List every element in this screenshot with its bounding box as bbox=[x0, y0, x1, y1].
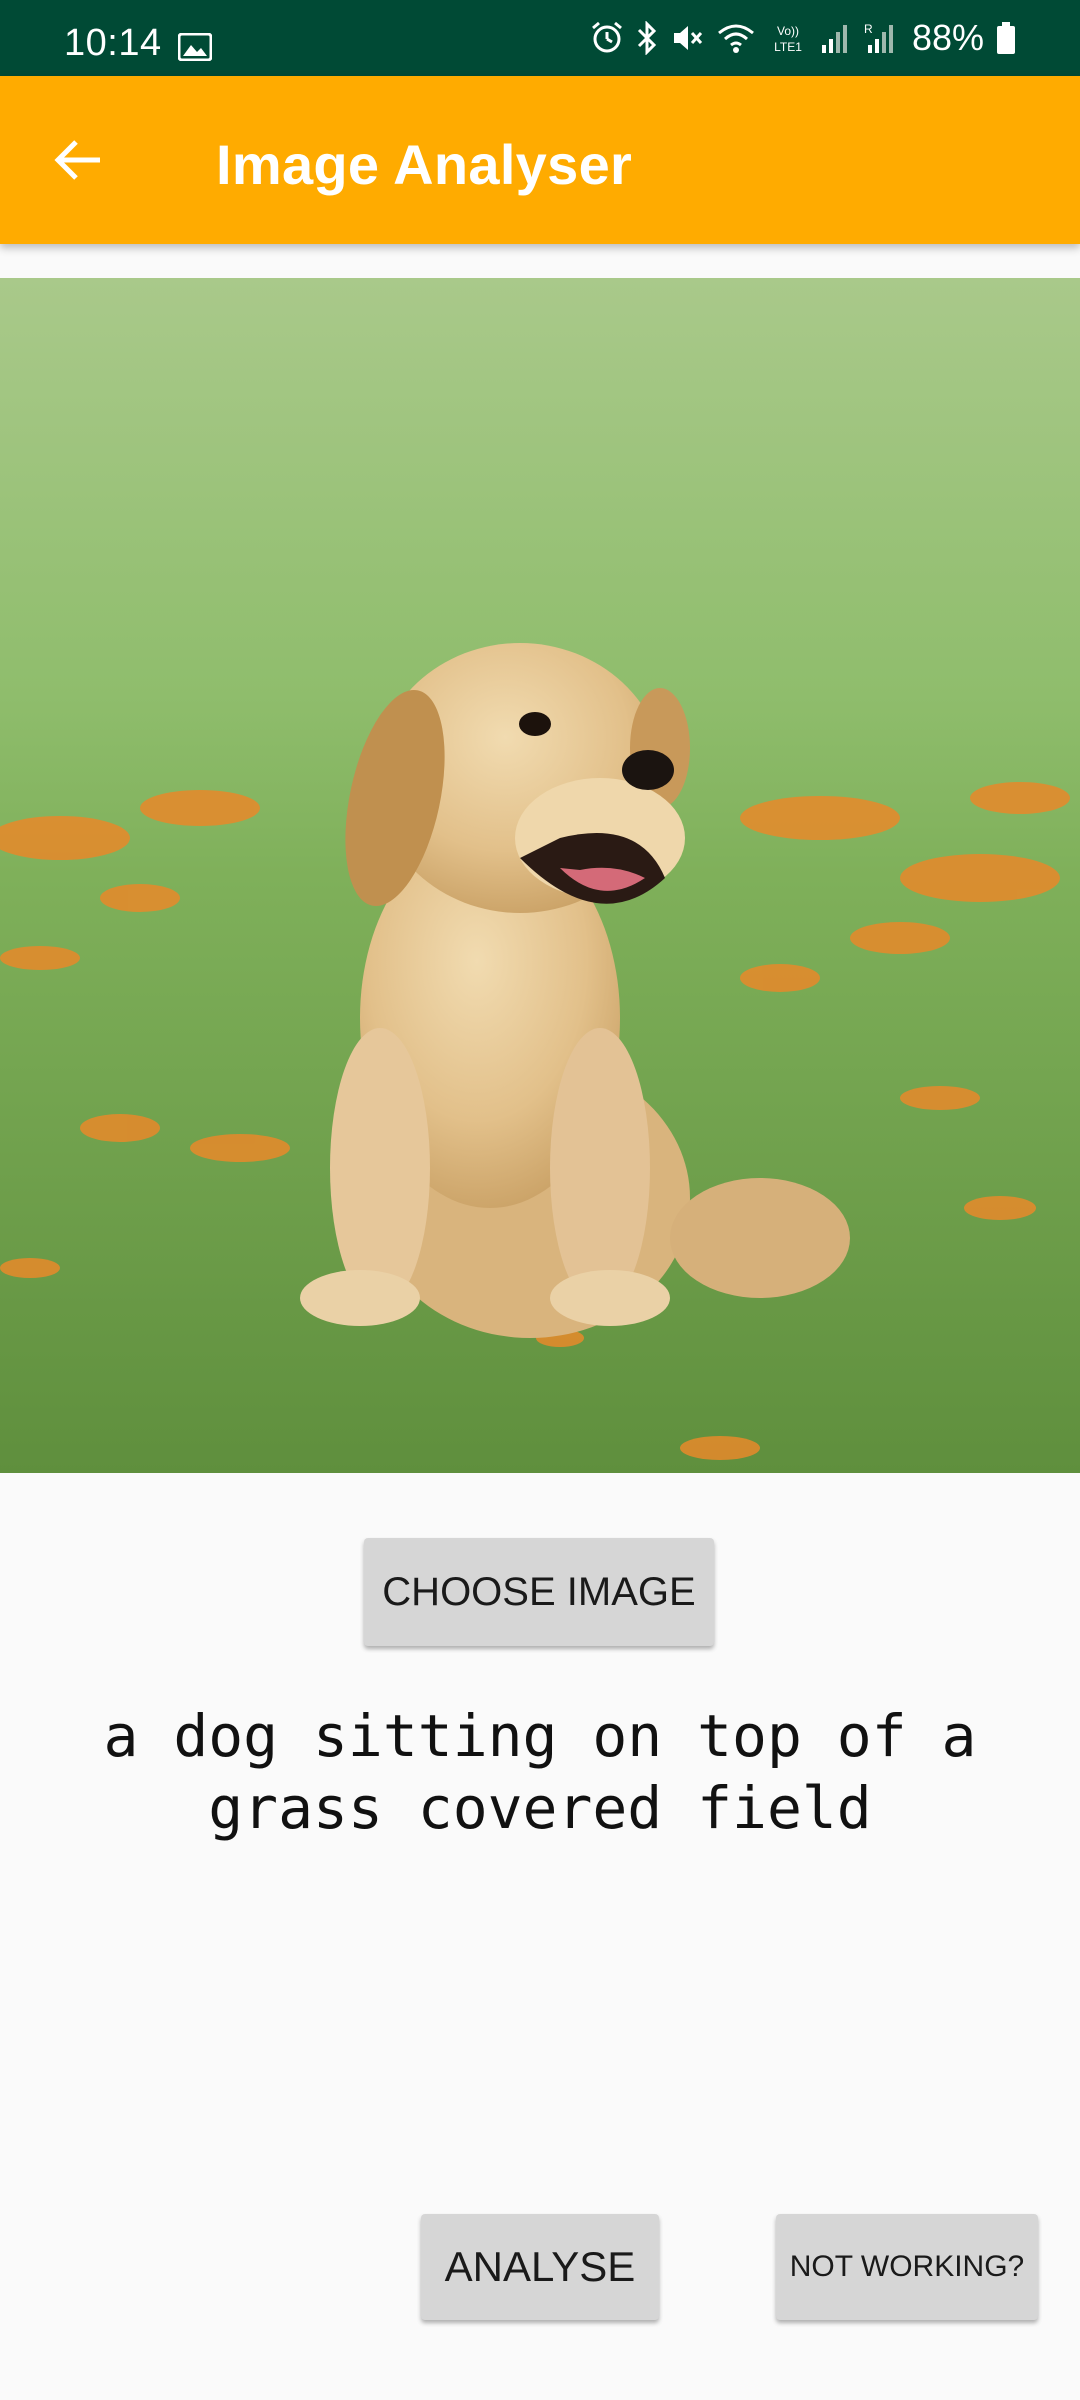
gallery-icon bbox=[177, 28, 213, 62]
mute-icon bbox=[670, 21, 704, 55]
battery-icon bbox=[996, 21, 1016, 55]
battery-level: 88% bbox=[911, 17, 984, 58]
arrow-back-icon bbox=[54, 140, 100, 180]
signal-icon bbox=[820, 21, 850, 55]
choose-image-button[interactable]: CHOOSE IMAGE bbox=[364, 1538, 714, 1646]
not-working-button[interactable]: NOT WORKING? bbox=[776, 2214, 1038, 2320]
app-title: Image Analyser bbox=[216, 133, 633, 196]
roaming-signal-icon: R bbox=[862, 21, 896, 55]
selected-image bbox=[0, 278, 1080, 1473]
status-bar: 10:14 Vo)) LTE1 R 88% bbox=[0, 0, 1080, 76]
status-time: 10:14 bbox=[64, 22, 162, 64]
svg-text:Vo)): Vo)) bbox=[777, 24, 799, 38]
back-button[interactable] bbox=[40, 122, 116, 198]
svg-text:R: R bbox=[864, 22, 873, 36]
analysis-result-text: a dog sitting on top of a grass covered … bbox=[103, 1702, 977, 1842]
svg-text:LTE1: LTE1 bbox=[774, 40, 802, 54]
status-icons: Vo)) LTE1 R 88% bbox=[590, 16, 1016, 60]
bluetooth-icon bbox=[636, 21, 658, 55]
app-bar: Image Analyser bbox=[0, 76, 1080, 244]
analyse-button[interactable]: ANALYSE bbox=[421, 2214, 659, 2320]
wifi-icon bbox=[716, 21, 756, 55]
volte-icon: Vo)) LTE1 bbox=[768, 21, 808, 55]
alarm-icon bbox=[590, 21, 624, 55]
